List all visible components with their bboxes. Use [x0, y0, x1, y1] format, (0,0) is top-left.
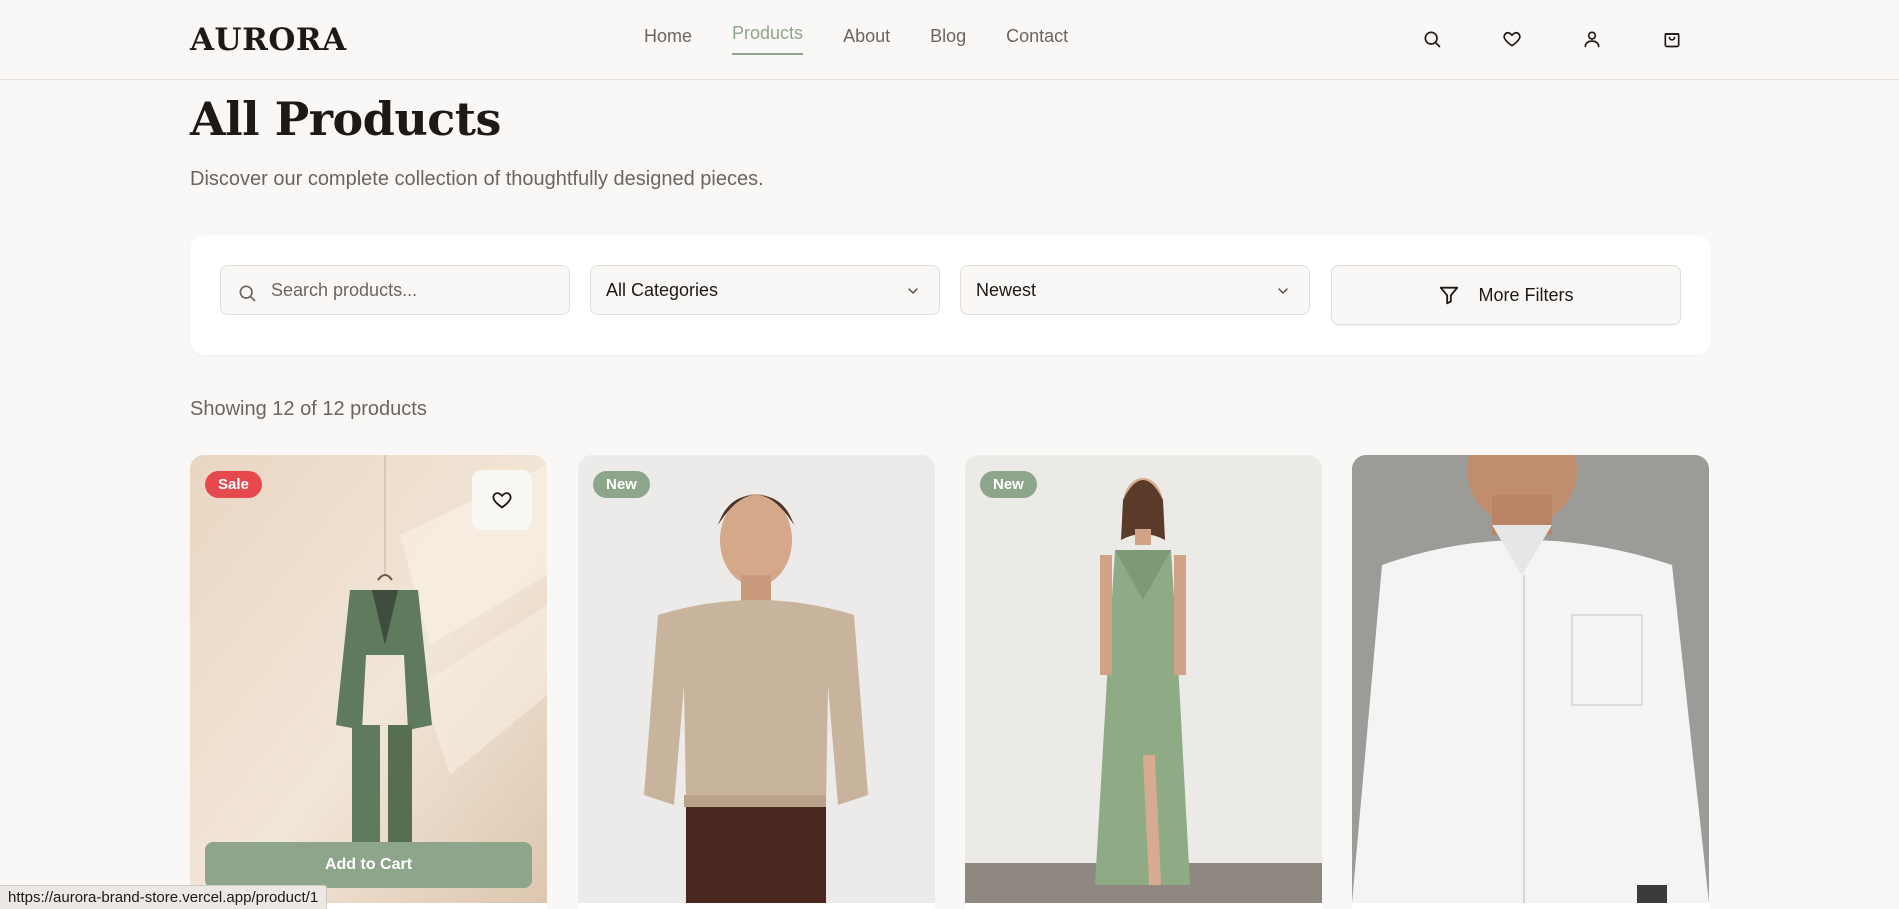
nav-blog[interactable]: Blog [930, 26, 966, 55]
product-card[interactable] [1352, 455, 1709, 909]
category-select-value: All Categories [606, 279, 719, 300]
product-image[interactable] [965, 455, 1322, 903]
filter-panel: All Categories Newest More Filters [190, 235, 1711, 355]
card-footer [578, 903, 935, 909]
more-filters-button[interactable]: More Filters [1331, 265, 1681, 325]
chevron-down-icon [1278, 288, 1288, 294]
sort-select-value: Newest [976, 279, 1037, 300]
sale-badge: Sale [205, 471, 262, 498]
category-select[interactable]: All Categories [590, 265, 940, 315]
add-to-cart-button[interactable]: Add to Cart [205, 842, 532, 888]
nav-contact[interactable]: Contact [1006, 26, 1068, 55]
brand-logo[interactable]: AURORA [190, 22, 347, 58]
search-icon [239, 285, 256, 302]
new-badge: New [593, 471, 650, 498]
results-count: Showing 12 of 12 products [190, 398, 427, 420]
page-subtitle: Discover our complete collection of thou… [190, 168, 764, 190]
heart-icon [492, 492, 512, 509]
nav-about[interactable]: About [843, 26, 890, 55]
nav-products[interactable]: Products [732, 23, 804, 55]
product-image[interactable] [1352, 455, 1709, 903]
page-title: All Products [190, 92, 501, 146]
product-card[interactable]: Sale Add to Cart [190, 455, 547, 909]
new-badge: New [980, 471, 1037, 498]
browser-status-url: https://aurora-brand-store.vercel.app/pr… [0, 885, 328, 909]
product-card[interactable]: New [578, 455, 935, 909]
card-footer [965, 903, 1322, 909]
nav-home[interactable]: Home [644, 26, 692, 55]
search-box [220, 265, 570, 315]
filter-icon [1440, 286, 1459, 305]
search-icon[interactable] [1420, 24, 1444, 54]
product-image[interactable] [578, 455, 935, 903]
card-footer [1352, 903, 1709, 909]
chevron-down-icon [908, 288, 918, 294]
heart-icon[interactable] [1500, 24, 1524, 54]
header-actions [1420, 24, 1684, 54]
main-nav: Home Products About Blog Contact [644, 23, 1068, 55]
more-filters-label: More Filters [1478, 284, 1574, 305]
user-icon[interactable] [1580, 24, 1604, 54]
search-input[interactable] [271, 266, 561, 314]
product-card[interactable]: New [965, 455, 1322, 909]
site-header: AURORA Home Products About Blog Contact [0, 0, 1899, 80]
sort-select[interactable]: Newest [960, 265, 1310, 315]
wishlist-button[interactable] [472, 470, 532, 530]
shopping-bag-icon[interactable] [1660, 24, 1684, 54]
